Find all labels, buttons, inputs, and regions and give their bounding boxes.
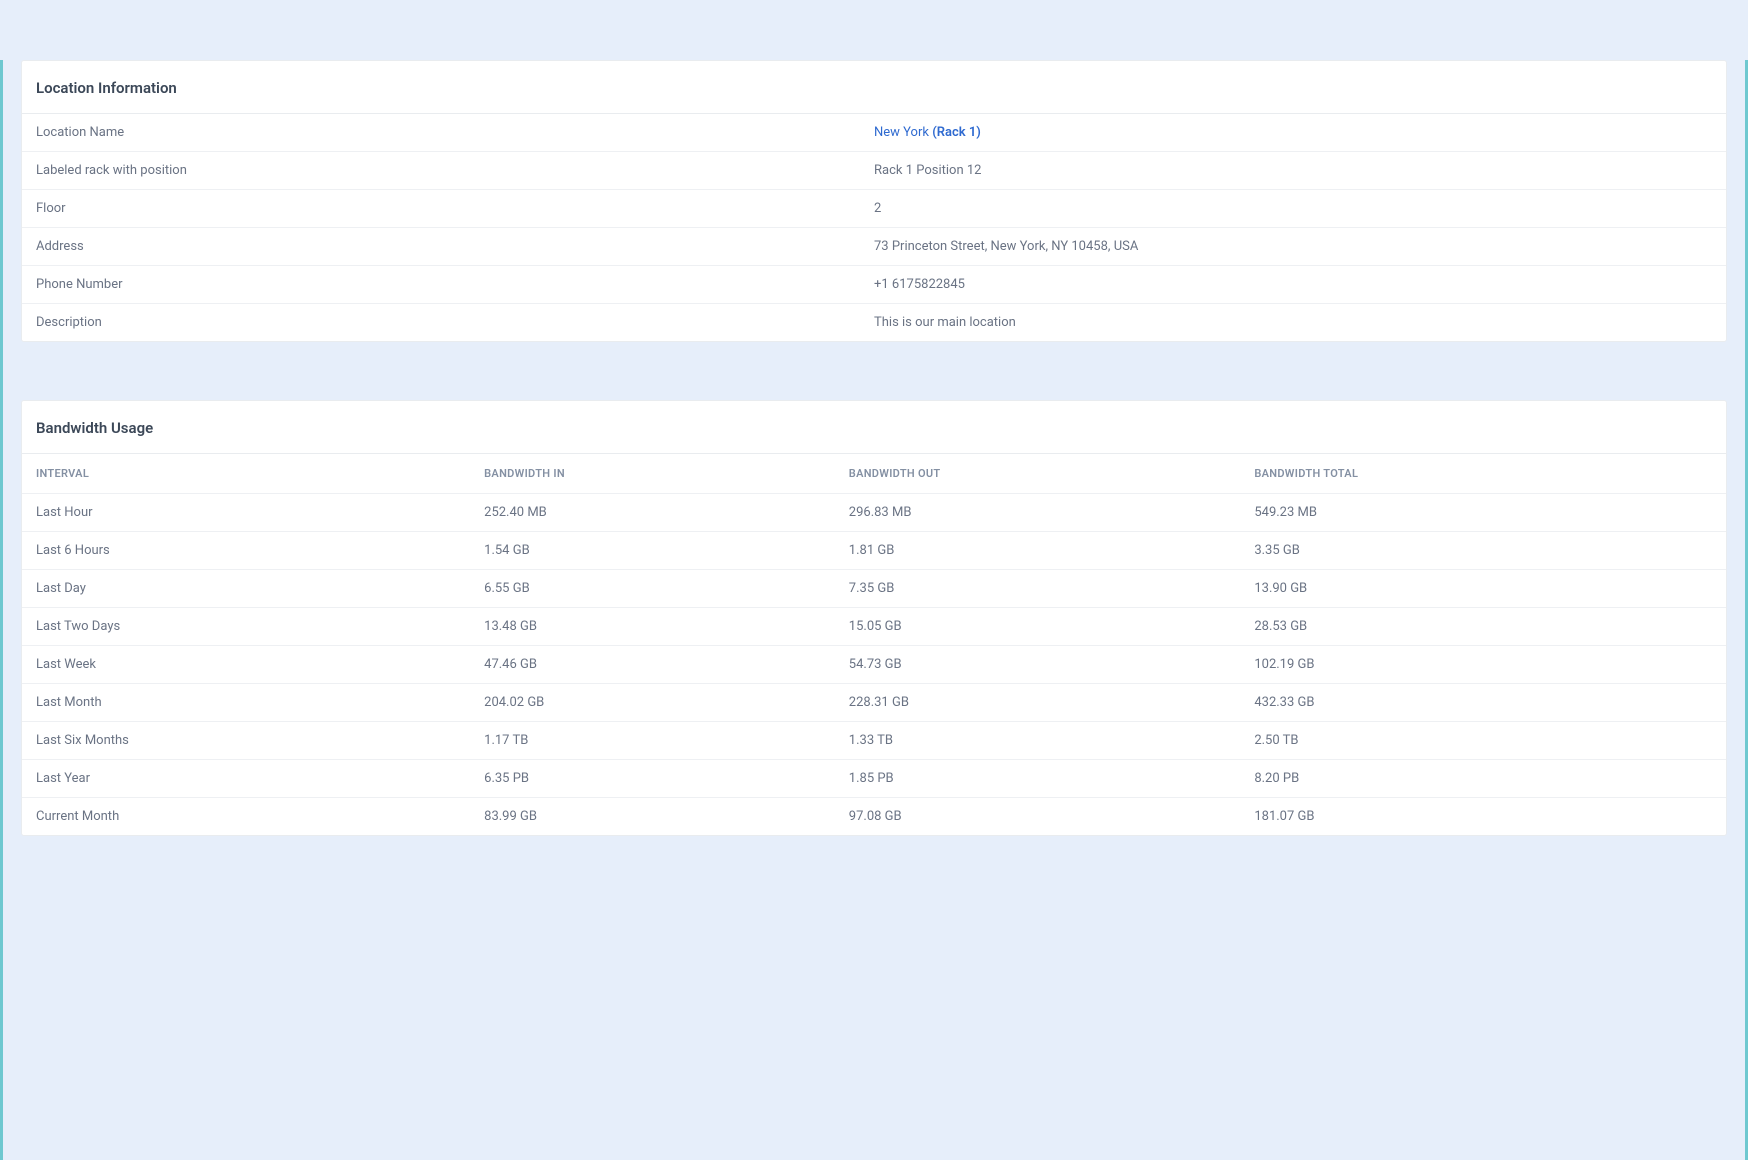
bw-cell-in: 1.54 GB [470,532,835,569]
bw-cell-out: 54.73 GB [835,646,1241,683]
location-row: Phone Number +1 6175822845 [22,266,1726,304]
description-value: This is our main location [874,304,1726,341]
bw-cell-out: 7.35 GB [835,570,1241,607]
phone-value: +1 6175822845 [874,266,1726,303]
bw-cell-in: 6.35 PB [470,760,835,797]
floor-label: Floor [22,190,874,227]
bw-cell-total: 28.53 GB [1240,608,1726,645]
location-row: Description This is our main location [22,304,1726,341]
bandwidth-header-row: INTERVAL BANDWIDTH IN BANDWIDTH OUT BAND… [22,454,1726,494]
bandwidth-panel-title: Bandwidth Usage [36,419,1712,437]
bw-cell-interval: Last Hour [22,494,470,531]
location-row: Location Name New York (Rack 1) [22,114,1726,152]
table-row: Last Hour252.40 MB296.83 MB549.23 MB [22,494,1726,532]
header-out: BANDWIDTH OUT [835,454,1241,493]
bandwidth-table: INTERVAL BANDWIDTH IN BANDWIDTH OUT BAND… [22,454,1726,835]
bw-cell-total: 102.19 GB [1240,646,1726,683]
location-info-table: Location Name New York (Rack 1) Labeled … [22,114,1726,341]
bw-cell-out: 1.81 GB [835,532,1241,569]
table-row: Last Two Days13.48 GB15.05 GB28.53 GB [22,608,1726,646]
location-name-value: New York (Rack 1) [874,114,1726,151]
header-total: BANDWIDTH TOTAL [1240,454,1726,493]
bw-cell-interval: Last Day [22,570,470,607]
table-row: Current Month83.99 GB97.08 GB181.07 GB [22,798,1726,835]
table-row: Last Month204.02 GB228.31 GB432.33 GB [22,684,1726,722]
location-panel-header: Location Information [22,61,1726,114]
bw-cell-interval: Last Six Months [22,722,470,759]
bw-cell-total: 2.50 TB [1240,722,1726,759]
bandwidth-usage-panel: Bandwidth Usage INTERVAL BANDWIDTH IN BA… [21,400,1727,836]
floor-value: 2 [874,190,1726,227]
location-panel-title: Location Information [36,79,1712,97]
table-row: Last Day6.55 GB7.35 GB13.90 GB [22,570,1726,608]
bw-cell-out: 296.83 MB [835,494,1241,531]
header-in: BANDWIDTH IN [470,454,835,493]
location-row: Address 73 Princeton Street, New York, N… [22,228,1726,266]
bw-cell-total: 181.07 GB [1240,798,1726,835]
bw-cell-interval: Current Month [22,798,470,835]
labeled-rack-label: Labeled rack with position [22,152,874,189]
bw-cell-total: 549.23 MB [1240,494,1726,531]
table-row: Last Year6.35 PB1.85 PB8.20 PB [22,760,1726,798]
bw-cell-total: 432.33 GB [1240,684,1726,721]
bw-cell-in: 1.17 TB [470,722,835,759]
table-row: Last Week47.46 GB54.73 GB102.19 GB [22,646,1726,684]
bw-cell-interval: Last 6 Hours [22,532,470,569]
labeled-rack-value: Rack 1 Position 12 [874,152,1726,189]
bw-cell-interval: Last Year [22,760,470,797]
bw-cell-interval: Last Two Days [22,608,470,645]
bw-cell-total: 3.35 GB [1240,532,1726,569]
bw-cell-out: 97.08 GB [835,798,1241,835]
bw-cell-out: 228.31 GB [835,684,1241,721]
bw-cell-in: 6.55 GB [470,570,835,607]
rack-link[interactable]: (Rack 1) [932,125,981,140]
bandwidth-panel-header: Bandwidth Usage [22,401,1726,454]
location-row: Labeled rack with position Rack 1 Positi… [22,152,1726,190]
address-label: Address [22,228,874,265]
bw-cell-interval: Last Month [22,684,470,721]
table-row: Last Six Months1.17 TB1.33 TB2.50 TB [22,722,1726,760]
bw-cell-total: 13.90 GB [1240,570,1726,607]
location-information-panel: Location Information Location Name New Y… [21,60,1727,342]
bw-cell-out: 15.05 GB [835,608,1241,645]
location-row: Floor 2 [22,190,1726,228]
bw-cell-in: 252.40 MB [470,494,835,531]
table-row: Last 6 Hours1.54 GB1.81 GB3.35 GB [22,532,1726,570]
bw-cell-out: 1.85 PB [835,760,1241,797]
bw-cell-in: 13.48 GB [470,608,835,645]
bw-cell-interval: Last Week [22,646,470,683]
bw-cell-out: 1.33 TB [835,722,1241,759]
bw-cell-in: 83.99 GB [470,798,835,835]
location-name-label: Location Name [22,114,874,151]
bw-cell-total: 8.20 PB [1240,760,1726,797]
description-label: Description [22,304,874,341]
header-interval: INTERVAL [22,454,470,493]
address-value: 73 Princeton Street, New York, NY 10458,… [874,228,1726,265]
bw-cell-in: 204.02 GB [470,684,835,721]
bw-cell-in: 47.46 GB [470,646,835,683]
phone-label: Phone Number [22,266,874,303]
location-name-link[interactable]: New York [874,125,929,140]
